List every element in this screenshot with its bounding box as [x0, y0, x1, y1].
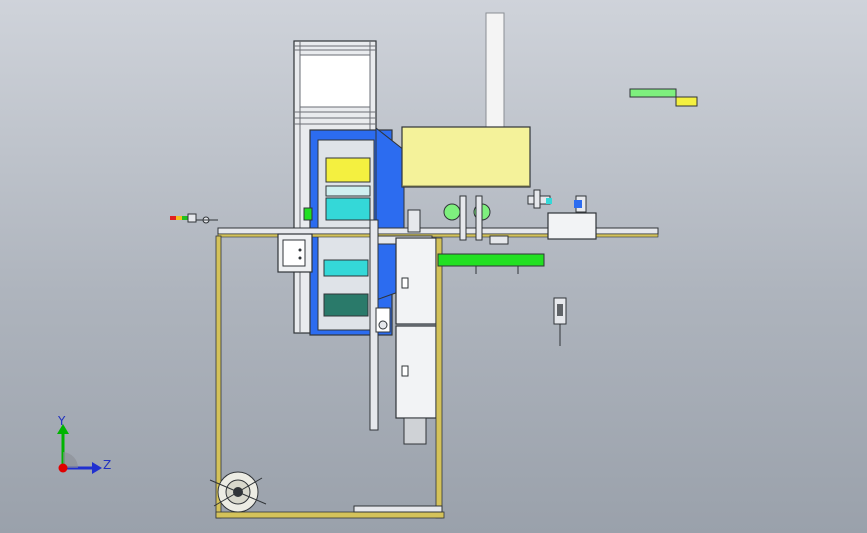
coordinate-triad: Y Z [57, 414, 111, 474]
vertical-tube [485, 12, 505, 129]
triad-z-label: Z [103, 458, 111, 472]
floating-yellow-bar [675, 96, 698, 107]
cad-3d-viewport[interactable]: Y Z [0, 0, 867, 533]
floating-green-bar [629, 88, 677, 98]
triad-y-label: Y [57, 414, 66, 428]
triad-x-axis [58, 463, 68, 473]
green-conveyor [437, 253, 545, 274]
yellow-hood [401, 126, 531, 188]
signal-lamp [170, 213, 218, 224]
hanging-sensor [553, 297, 567, 346]
assembly-drawing[interactable]: Y Z [0, 0, 867, 533]
control-panel [277, 233, 313, 273]
